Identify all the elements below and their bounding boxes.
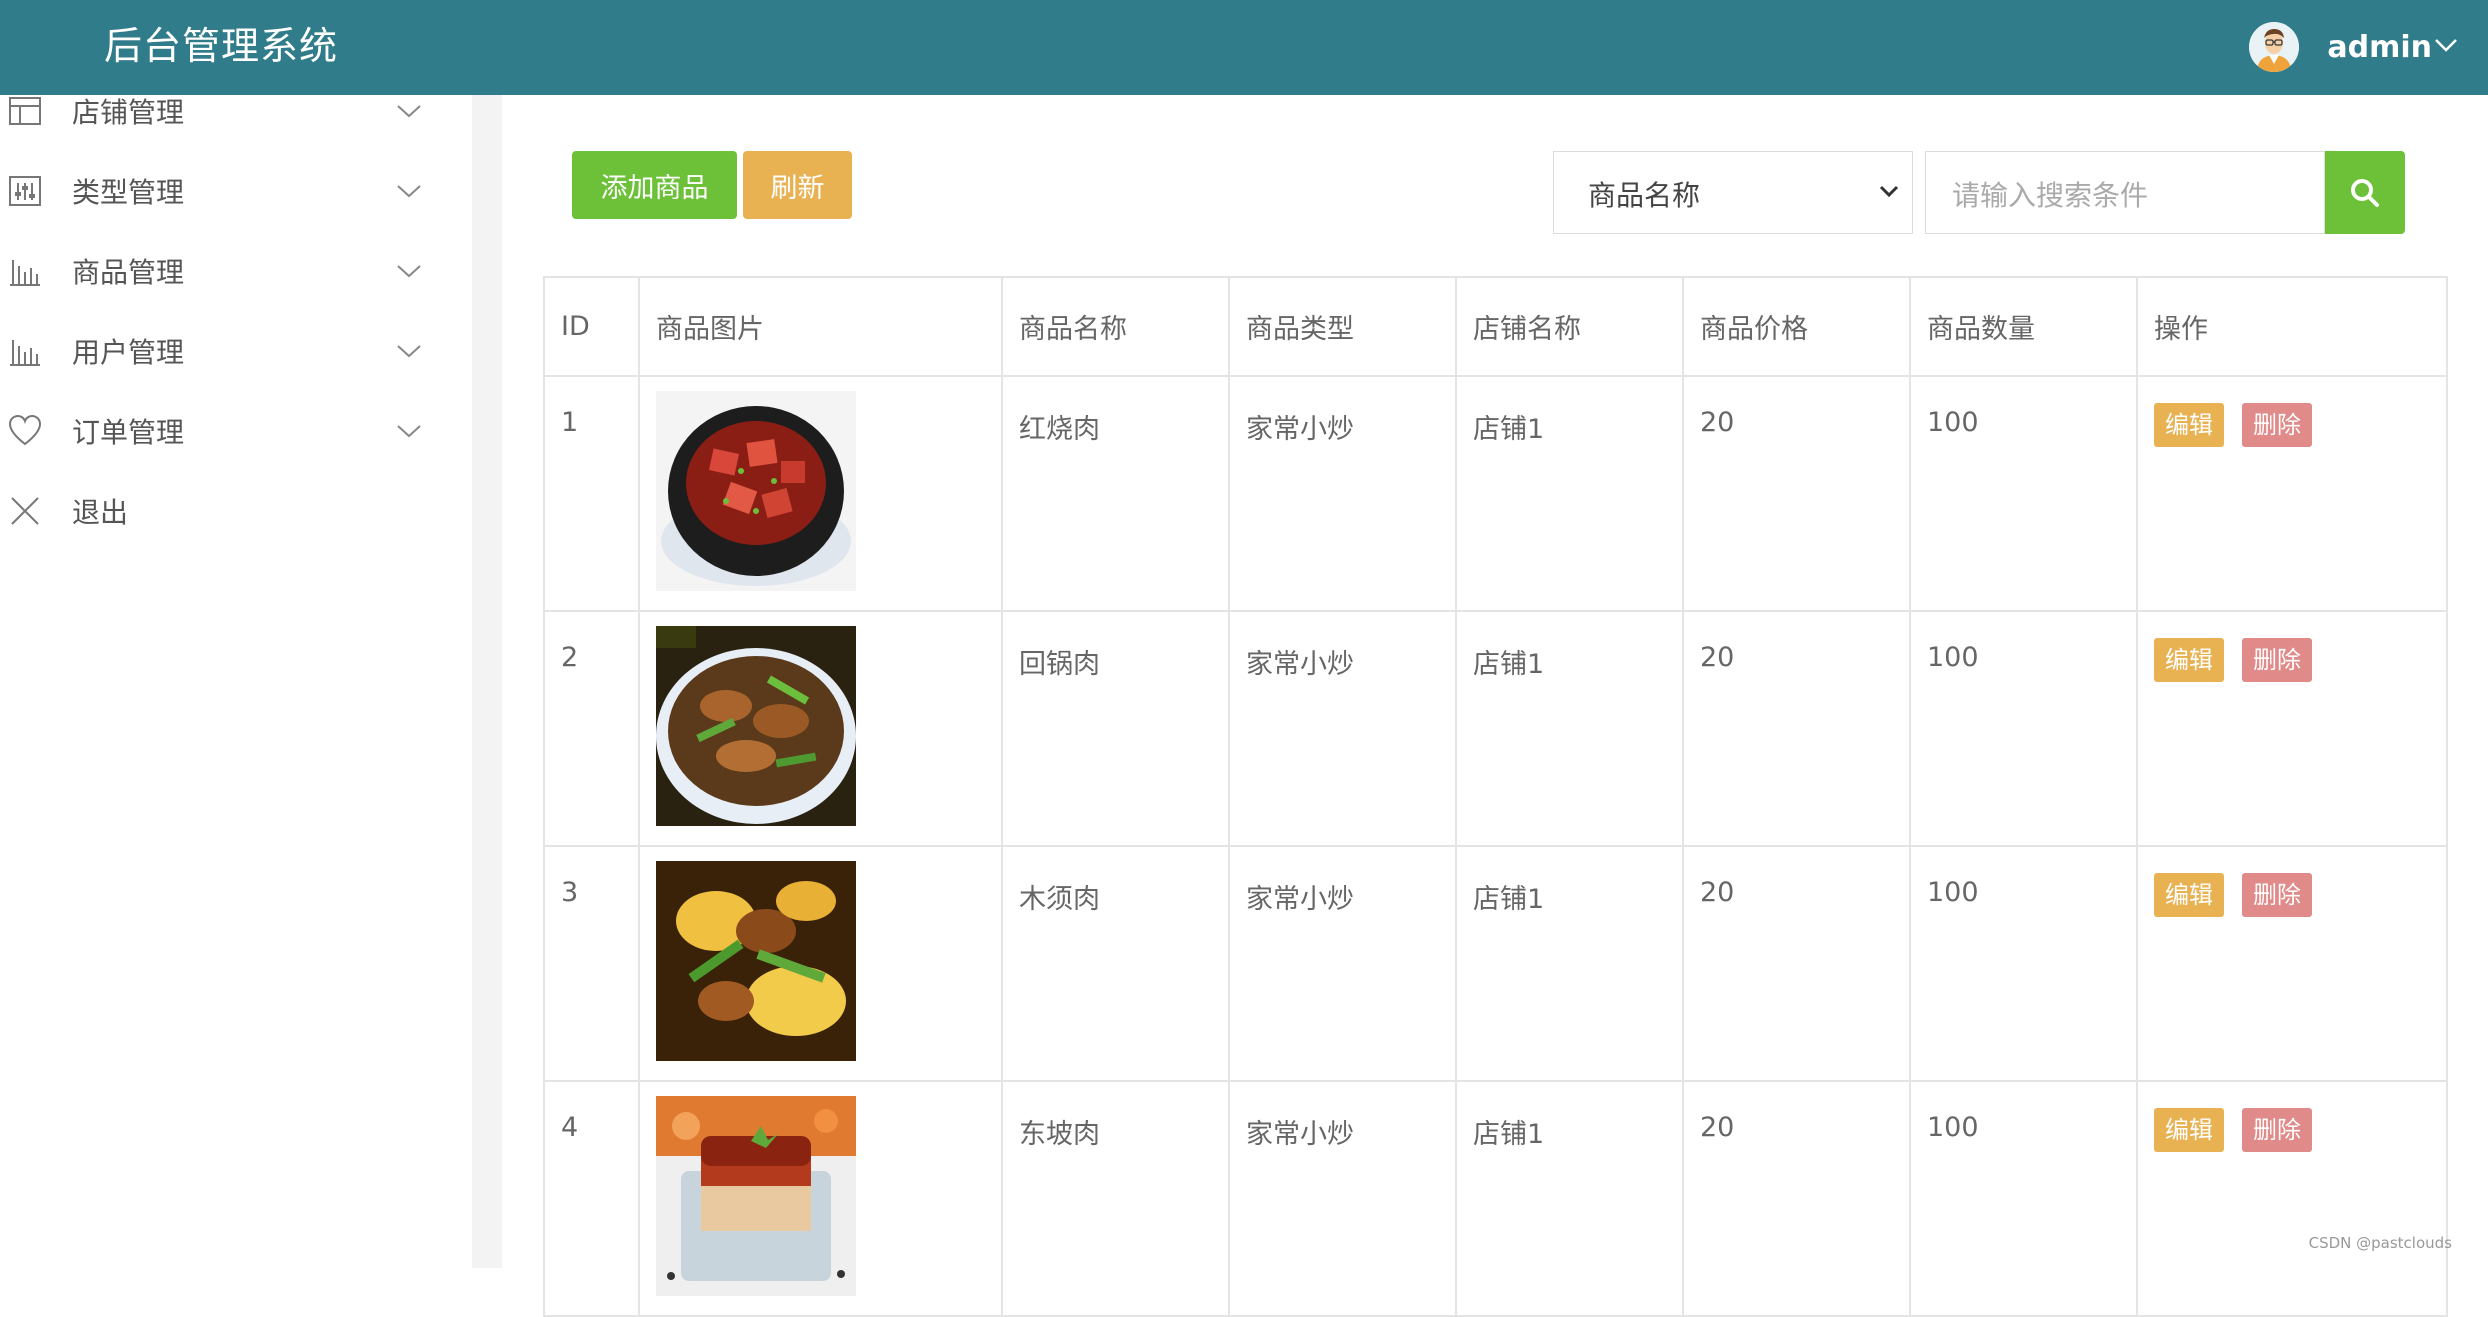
delete-button[interactable]: 删除 xyxy=(2242,873,2312,917)
cell-qty: 100 xyxy=(1909,375,2138,612)
cell-type: 家常小炒 xyxy=(1228,375,1457,612)
sidebar-item-goods[interactable]: 商品管理 xyxy=(0,241,440,301)
close-icon xyxy=(11,497,39,525)
avatar[interactable] xyxy=(2249,22,2300,72)
chevron-down-icon xyxy=(397,185,421,198)
cell-qty: 100 xyxy=(1909,610,2138,847)
delete-button[interactable]: 删除 xyxy=(2242,1108,2312,1152)
edit-button[interactable]: 编辑 xyxy=(2154,638,2224,682)
sidebar-item-label: 类型管理 xyxy=(72,176,185,209)
chevron-down-icon xyxy=(397,345,421,358)
cell-actions: 编辑 删除 xyxy=(2136,610,2448,847)
product-image xyxy=(656,861,856,1061)
cell-image xyxy=(638,375,1003,612)
chevron-down-icon[interactable] xyxy=(2434,37,2458,57)
cell-actions: 编辑 删除 xyxy=(2136,1080,2448,1317)
cell-id: 1 xyxy=(543,375,640,612)
sidebar-item-shop[interactable]: 店铺管理 xyxy=(0,81,440,141)
cell-price: 20 xyxy=(1682,845,1911,1082)
search-field-selected: 商品名称 xyxy=(1588,179,1701,212)
cell-qty: 100 xyxy=(1909,1080,2138,1317)
sidebar-scroll-gutter xyxy=(472,95,502,1268)
cell-shop: 店铺1 xyxy=(1455,375,1684,612)
column-header: 商品类型 xyxy=(1228,276,1457,377)
bar-chart-icon xyxy=(10,340,40,366)
table-header-row: ID 商品图片 商品名称 商品类型 店铺名称 商品价格 商品数量 操作 xyxy=(543,276,2448,377)
chevron-down-icon xyxy=(397,105,421,118)
sidebar-item-label: 订单管理 xyxy=(72,416,185,449)
cell-name: 东坡肉 xyxy=(1001,1080,1230,1317)
search-placeholder: 请输入搜索条件 xyxy=(1952,179,2149,212)
sidebar-item-logout[interactable]: 退出 xyxy=(0,481,440,541)
sidebar-nav: 店铺管理 类型管理 商品管理 用户管理 订单管理 退出 xyxy=(0,95,472,1268)
cell-name: 木须肉 xyxy=(1001,845,1230,1082)
column-header: 商品数量 xyxy=(1909,276,2138,377)
cell-price: 20 xyxy=(1682,375,1911,612)
sidebar-item-label: 商品管理 xyxy=(72,256,185,289)
search-input[interactable]: 请输入搜索条件 xyxy=(1925,151,2325,234)
column-header: 商品价格 xyxy=(1682,276,1911,377)
cell-name: 回锅肉 xyxy=(1001,610,1230,847)
search-icon xyxy=(2351,178,2379,207)
cell-price: 20 xyxy=(1682,610,1911,847)
cell-price: 20 xyxy=(1682,1080,1911,1317)
heart-icon xyxy=(8,414,42,446)
cell-image xyxy=(638,1080,1003,1317)
cell-id: 3 xyxy=(543,845,640,1082)
delete-button[interactable]: 删除 xyxy=(2242,638,2312,682)
product-image xyxy=(656,626,856,826)
column-header: ID xyxy=(543,276,640,377)
search-button[interactable] xyxy=(2325,151,2405,234)
cell-qty: 100 xyxy=(1909,845,2138,1082)
sidebar-item-label: 店铺管理 xyxy=(72,96,185,129)
cell-image xyxy=(638,610,1003,847)
cell-actions: 编辑 删除 xyxy=(2136,375,2448,612)
product-image xyxy=(656,1096,856,1296)
chevron-down-icon xyxy=(397,425,421,438)
cell-id: 4 xyxy=(543,1080,640,1317)
search-field-select[interactable]: 商品名称 xyxy=(1553,151,1913,234)
edit-button[interactable]: 编辑 xyxy=(2154,403,2224,447)
chevron-down-icon xyxy=(1879,185,1899,198)
cell-id: 2 xyxy=(543,610,640,847)
chevron-down-icon xyxy=(397,265,421,278)
edit-button[interactable]: 编辑 xyxy=(2154,1108,2224,1152)
sidebar-item-type[interactable]: 类型管理 xyxy=(0,161,440,221)
cell-shop: 店铺1 xyxy=(1455,845,1684,1082)
add-product-button[interactable]: 添加商品 xyxy=(572,151,737,219)
table-row: 1 红烧肉 家常小炒 店铺1 20 100 编辑 删除 xyxy=(543,375,2448,612)
product-table: ID 商品图片 商品名称 商品类型 店铺名称 商品价格 商品数量 操作 1 红烧… xyxy=(543,276,2448,1317)
cell-type: 家常小炒 xyxy=(1228,845,1457,1082)
watermark: CSDN @pastclouds xyxy=(2308,1234,2452,1252)
refresh-button[interactable]: 刷新 xyxy=(743,151,852,219)
cell-name: 红烧肉 xyxy=(1001,375,1230,612)
table-row: 4 东坡肉 家常小炒 店铺1 20 100 编辑 删除 xyxy=(543,1080,2448,1317)
edit-button[interactable]: 编辑 xyxy=(2154,873,2224,917)
cell-actions: 编辑 删除 xyxy=(2136,845,2448,1082)
column-header: 店铺名称 xyxy=(1455,276,1684,377)
sidebar-item-users[interactable]: 用户管理 xyxy=(0,321,440,381)
user-menu[interactable]: admin xyxy=(2249,15,2458,79)
product-image xyxy=(656,391,856,591)
layout-icon xyxy=(9,97,41,125)
sliders-icon xyxy=(9,176,41,206)
app-title: 后台管理系统 xyxy=(104,24,339,68)
table-row: 3 木须肉 家常小炒 店铺1 20 100 编辑 删除 xyxy=(543,845,2448,1082)
cell-type: 家常小炒 xyxy=(1228,610,1457,847)
sidebar-item-label: 用户管理 xyxy=(72,336,185,369)
cell-type: 家常小炒 xyxy=(1228,1080,1457,1317)
bar-chart-icon xyxy=(10,260,40,286)
column-header: 商品名称 xyxy=(1001,276,1230,377)
cell-image xyxy=(638,845,1003,1082)
table-row: 2 回锅肉 家常小炒 店铺1 20 100 编辑 删除 xyxy=(543,610,2448,847)
column-header: 商品图片 xyxy=(638,276,1003,377)
cell-shop: 店铺1 xyxy=(1455,610,1684,847)
cell-shop: 店铺1 xyxy=(1455,1080,1684,1317)
delete-button[interactable]: 删除 xyxy=(2242,403,2312,447)
column-header: 操作 xyxy=(2136,276,2448,377)
sidebar-item-orders[interactable]: 订单管理 xyxy=(0,401,440,461)
sidebar-item-label: 退出 xyxy=(72,496,129,529)
username-label: admin xyxy=(2327,29,2432,65)
